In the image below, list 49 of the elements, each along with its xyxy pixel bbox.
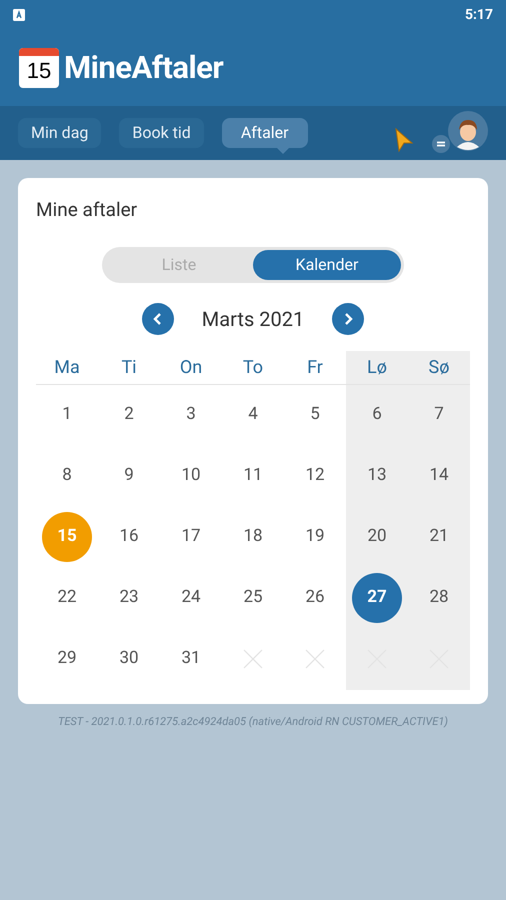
app-title: MineAftaler	[64, 48, 224, 88]
day-number[interactable]: 3	[186, 402, 196, 428]
version-text: TEST - 2021.0.1.0.r61275.a2c4924da05 (native/Android RN CUSTOMER_ACTIVE1)	[56, 714, 450, 730]
day-number[interactable]: 5	[310, 402, 320, 428]
day-number[interactable]: 11	[243, 463, 263, 489]
day-number[interactable]: 28	[429, 585, 449, 611]
day-number[interactable]: 25	[243, 585, 263, 611]
menu-badge-icon	[432, 135, 450, 153]
day-number[interactable]: 23	[119, 585, 139, 611]
nav-tab[interactable]: Book tid	[119, 118, 204, 148]
avatar-icon[interactable]	[448, 111, 488, 151]
day-number[interactable]: 29	[57, 646, 77, 672]
nav-tab[interactable]: Aftaler	[222, 118, 308, 148]
day-number[interactable]: 19	[305, 524, 325, 550]
day-number[interactable]: 18	[243, 524, 263, 550]
pointer-cursor-icon	[394, 127, 414, 153]
day-number[interactable]: 13	[367, 463, 387, 489]
day-number[interactable]: 10	[181, 463, 201, 489]
day-number[interactable]: 1	[62, 402, 72, 428]
month-label: Marts 2021	[202, 306, 304, 332]
day-number[interactable]: 20	[367, 524, 387, 550]
day-number[interactable]: 24	[181, 585, 201, 611]
status-time: 5:17	[464, 6, 493, 24]
card-title: Mine aftaler	[36, 197, 138, 223]
day-number[interactable]: 14	[429, 463, 449, 489]
day-number[interactable]: 9	[124, 463, 134, 489]
day-number[interactable]: 8	[62, 463, 72, 489]
day-number[interactable]: 16	[119, 524, 139, 550]
day-number[interactable]: 12	[305, 463, 325, 489]
view-toggle-option[interactable]: Kalender	[253, 250, 401, 280]
day-number[interactable]: 6	[372, 402, 382, 428]
notification-icon	[13, 9, 25, 21]
day-number[interactable]: 26	[305, 585, 325, 611]
day-number[interactable]: 21	[429, 524, 449, 550]
calendar-logo-icon: 15	[19, 48, 59, 88]
tab-pointer-icon	[277, 148, 289, 154]
day-number[interactable]: 17	[181, 524, 201, 550]
selected-day[interactable]: 27	[352, 573, 402, 623]
day-number[interactable]: 22	[57, 585, 77, 611]
day-number[interactable]: 30	[119, 646, 139, 672]
day-number[interactable]: 2	[124, 402, 134, 428]
weekday-header: Lø	[346, 350, 408, 384]
day-number[interactable]: 31	[181, 646, 201, 672]
nav-tab[interactable]: Min dag	[18, 118, 102, 148]
previous-month-button[interactable]	[142, 302, 174, 334]
day-number[interactable]: 4	[248, 402, 258, 428]
next-month-button[interactable]	[332, 302, 364, 334]
weekday-header: Sø	[408, 350, 470, 384]
day-number[interactable]: 7	[434, 402, 444, 428]
